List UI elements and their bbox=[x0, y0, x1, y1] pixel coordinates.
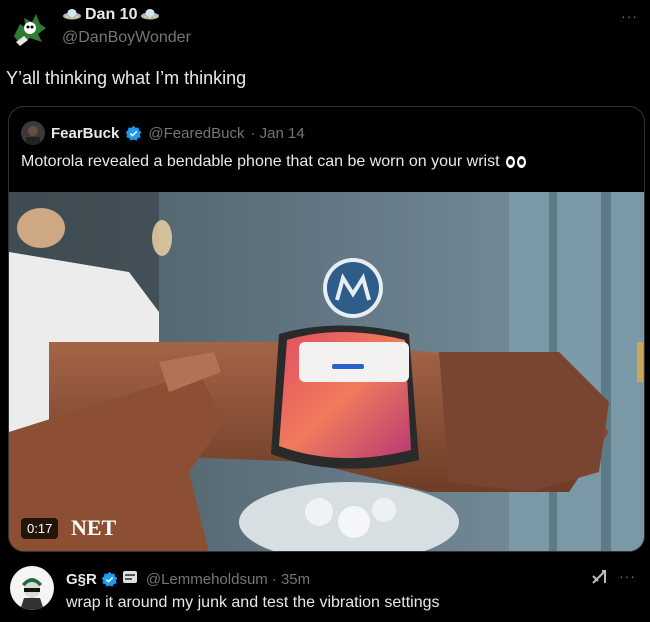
tweet-text: Y’all thinking what I’m thinking bbox=[6, 68, 247, 88]
video-player[interactable]: 0:17 NET bbox=[9, 192, 644, 551]
verified-badge-icon bbox=[101, 571, 118, 588]
eyes-emoji-icon bbox=[505, 156, 526, 168]
display-name[interactable]: G§R bbox=[66, 571, 97, 588]
flying-saucer-icon bbox=[62, 7, 82, 23]
reply-time[interactable]: · 35m bbox=[272, 571, 310, 588]
handle[interactable]: @DanBoyWonder bbox=[62, 29, 191, 47]
reply-header: G§R @Lemmeholdsum · 35m bbox=[66, 569, 310, 590]
video-watermark: NET bbox=[71, 515, 117, 540]
avatar[interactable] bbox=[6, 6, 50, 50]
more-options-button[interactable]: ··· bbox=[619, 568, 636, 584]
flying-saucer-icon bbox=[140, 7, 160, 23]
quoted-tweet-card[interactable]: FearBuck @FearedBuck · Jan 14 Motorola r… bbox=[8, 106, 645, 552]
quoted-tweet-header: FearBuck @FearedBuck · Jan 14 bbox=[21, 121, 305, 145]
grok-icon[interactable] bbox=[590, 568, 608, 591]
video-timestamp: 0:17 bbox=[21, 518, 59, 539]
verified-badge-icon bbox=[125, 125, 142, 142]
reply-text: wrap it around my junk and test the vibr… bbox=[66, 594, 440, 611]
handle[interactable]: @FearedBuck bbox=[148, 125, 244, 142]
avatar[interactable] bbox=[21, 121, 45, 145]
video-frame bbox=[9, 192, 644, 551]
reply-tweet[interactable]: G§R @Lemmeholdsum · 35m wrap it around m… bbox=[0, 556, 650, 622]
affiliate-badge-icon bbox=[122, 569, 138, 590]
display-name[interactable]: FearBuck bbox=[51, 125, 119, 142]
avatar[interactable] bbox=[10, 566, 54, 610]
display-name[interactable]: Dan 10 bbox=[85, 6, 137, 24]
handle[interactable]: @Lemmeholdsum bbox=[146, 571, 268, 588]
quoted-tweet-text: Motorola revealed a bendable phone that … bbox=[21, 153, 526, 171]
tweet-header: Dan 10 @DanBoyWonder ··· bbox=[0, 0, 650, 60]
name-row: Dan 10 bbox=[62, 6, 160, 24]
avatar-image bbox=[6, 6, 50, 50]
more-options-button[interactable]: ··· bbox=[621, 8, 638, 24]
quoted-tweet-body: Motorola revealed a bendable phone that … bbox=[21, 153, 500, 170]
tweet-date[interactable]: · Jan 14 bbox=[250, 125, 304, 142]
